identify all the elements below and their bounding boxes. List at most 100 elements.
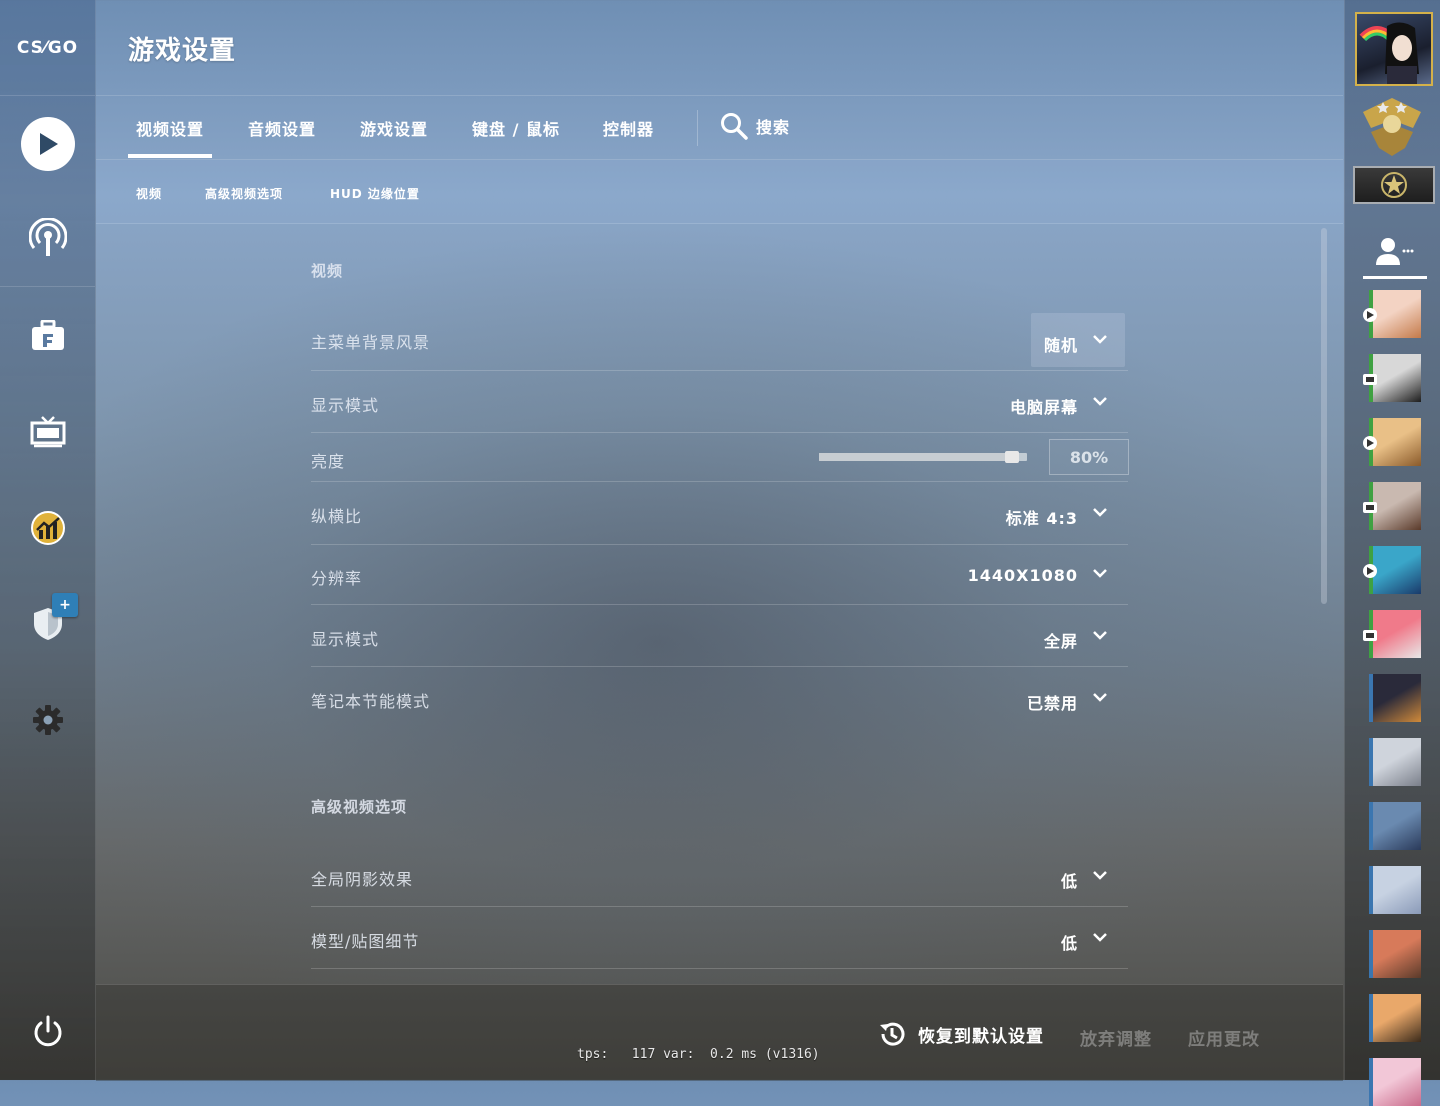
friend-item[interactable]: [1369, 738, 1425, 786]
avatar[interactable]: [1355, 12, 1433, 86]
search-label: 搜索: [756, 118, 791, 137]
setting-value[interactable]: 全屏: [1044, 628, 1078, 652]
friend-item[interactable]: [1369, 866, 1425, 914]
setting-value[interactable]: 标准 4:3: [1006, 505, 1078, 529]
settings-button[interactable]: [0, 690, 95, 750]
setting-row-aspect-ratio: 纵横比 标准 4:3: [311, 481, 1128, 545]
stats-button[interactable]: [0, 498, 95, 558]
slider-handle[interactable]: [1005, 451, 1020, 463]
setting-value[interactable]: 低: [1061, 868, 1078, 892]
friend-item[interactable]: [1369, 994, 1425, 1042]
friend-avatar: [1373, 994, 1421, 1042]
star-icon: [1381, 172, 1407, 198]
setting-value[interactable]: 1440X1080: [968, 566, 1078, 585]
friend-item[interactable]: [1363, 354, 1425, 402]
setting-label: 显示模式: [311, 396, 380, 415]
skill-group-badge[interactable]: [1353, 166, 1435, 204]
history-icon: [880, 1022, 905, 1046]
page-header: 游戏设置: [96, 0, 1343, 96]
setting-value[interactable]: 已禁用: [1027, 690, 1078, 714]
watch-button[interactable]: [0, 402, 95, 462]
tab-game-settings[interactable]: 游戏设置: [360, 116, 428, 140]
search-button[interactable]: 搜索: [720, 112, 790, 140]
tab-keyboard-mouse[interactable]: 键盘 / 鼠标: [472, 116, 560, 140]
friend-avatar: [1373, 610, 1421, 658]
play-icon: [20, 117, 75, 171]
slider-fill: [819, 453, 1013, 461]
friend-avatar: [1373, 354, 1421, 402]
brightness-value-field[interactable]: 80%: [1049, 439, 1129, 475]
discard-changes-button[interactable]: 放弃调整: [1080, 1025, 1152, 1050]
friend-avatar: [1373, 674, 1421, 722]
subtab-video[interactable]: 视频: [136, 185, 162, 202]
rank-emblem-icon: [1363, 98, 1421, 156]
friends-tab-indicator: [1363, 276, 1427, 279]
tab-controller[interactable]: 控制器: [603, 116, 654, 140]
friend-item[interactable]: [1363, 418, 1425, 466]
chevron-down-icon[interactable]: [1092, 692, 1108, 704]
friend-item[interactable]: [1363, 546, 1425, 594]
restore-defaults-label: 恢复到默认设置: [918, 1026, 1044, 1047]
content-scrollbar[interactable]: [1321, 228, 1327, 604]
setting-row-global-shadow: 全局阴影效果 低: [311, 844, 1128, 907]
main-nav-sidebar: CS⁄GO +: [0, 0, 96, 1080]
friend-item[interactable]: [1369, 674, 1425, 722]
setting-label: 显示模式: [311, 630, 380, 649]
inventory-icon: [31, 320, 64, 350]
friend-item[interactable]: [1369, 930, 1425, 978]
csgo-logo[interactable]: CS⁄GO: [0, 0, 95, 96]
friend-avatar: [1373, 482, 1421, 530]
perf-overlay: tps: 117 var: 0.2 ms (v1316): [577, 1047, 820, 1062]
power-icon: [34, 1015, 61, 1047]
friend-avatar: [1373, 290, 1421, 338]
setting-label: 亮度: [311, 452, 346, 471]
setting-label: 分辨率: [311, 569, 363, 588]
setting-row-menu-background: 主菜单背景风景 随机: [311, 310, 1128, 371]
setting-value[interactable]: 随机: [1044, 332, 1078, 356]
friends-button[interactable]: [1361, 226, 1427, 278]
inventory-button[interactable]: [0, 306, 95, 366]
subtab-advanced-video[interactable]: 高级视频选项: [205, 185, 283, 202]
friend-item[interactable]: [1363, 482, 1425, 530]
broadcast-button[interactable]: [0, 208, 95, 268]
apply-changes-button[interactable]: 应用更改: [1188, 1025, 1260, 1050]
chevron-down-icon[interactable]: [1092, 507, 1108, 519]
chevron-down-icon[interactable]: [1092, 396, 1108, 408]
friend-item[interactable]: [1363, 290, 1425, 338]
operation-button[interactable]: [0, 594, 95, 654]
tab-separator: [697, 110, 698, 146]
restore-defaults-button[interactable]: 恢复到默认设置: [878, 1020, 1044, 1048]
chevron-down-icon[interactable]: [1092, 630, 1108, 642]
chevron-down-icon[interactable]: [1092, 870, 1108, 882]
watch-tv-icon: [30, 416, 65, 448]
brightness-slider[interactable]: [819, 451, 1027, 463]
setting-row-brightness: 亮度 80%: [311, 432, 1129, 482]
chevron-down-icon[interactable]: [1092, 932, 1108, 944]
setting-row-model-texture: 模型/贴图细节 低: [311, 906, 1128, 969]
chevron-down-icon[interactable]: [1092, 568, 1108, 580]
chevron-down-icon[interactable]: [1092, 334, 1108, 346]
setting-row-laptop-power: 笔记本节能模式 已禁用: [311, 666, 1128, 728]
play-button[interactable]: [0, 114, 95, 174]
setting-label: 纵横比: [311, 507, 363, 526]
settings-tabs: 视频设置 音频设置 游戏设置 键盘 / 鼠标 控制器 搜索: [96, 96, 1343, 160]
settings-subtabs: 视频 高级视频选项 HUD 边缘位置: [96, 160, 1343, 224]
friend-item[interactable]: [1363, 610, 1425, 658]
friend-item[interactable]: [1369, 802, 1425, 850]
tab-audio-settings[interactable]: 音频设置: [248, 116, 316, 140]
watching-icon: [1363, 374, 1377, 385]
subtab-hud-edge[interactable]: HUD 边缘位置: [330, 185, 420, 202]
tab-video-settings[interactable]: 视频设置: [136, 116, 204, 140]
setting-label: 笔记本节能模式: [311, 692, 431, 711]
setting-value[interactable]: 低: [1061, 930, 1078, 954]
friend-item[interactable]: [1369, 1058, 1425, 1106]
playing-icon: [1363, 564, 1377, 578]
sidebar-divider: [0, 286, 95, 287]
power-button[interactable]: [0, 1002, 95, 1062]
setting-label: 全局阴影效果: [311, 870, 414, 889]
friend-avatar: [1373, 418, 1421, 466]
social-panel: [1344, 0, 1440, 1106]
setting-value[interactable]: 电脑屏幕: [1010, 394, 1078, 418]
setting-label: 主菜单背景风景: [311, 333, 431, 352]
search-icon: [721, 113, 748, 140]
